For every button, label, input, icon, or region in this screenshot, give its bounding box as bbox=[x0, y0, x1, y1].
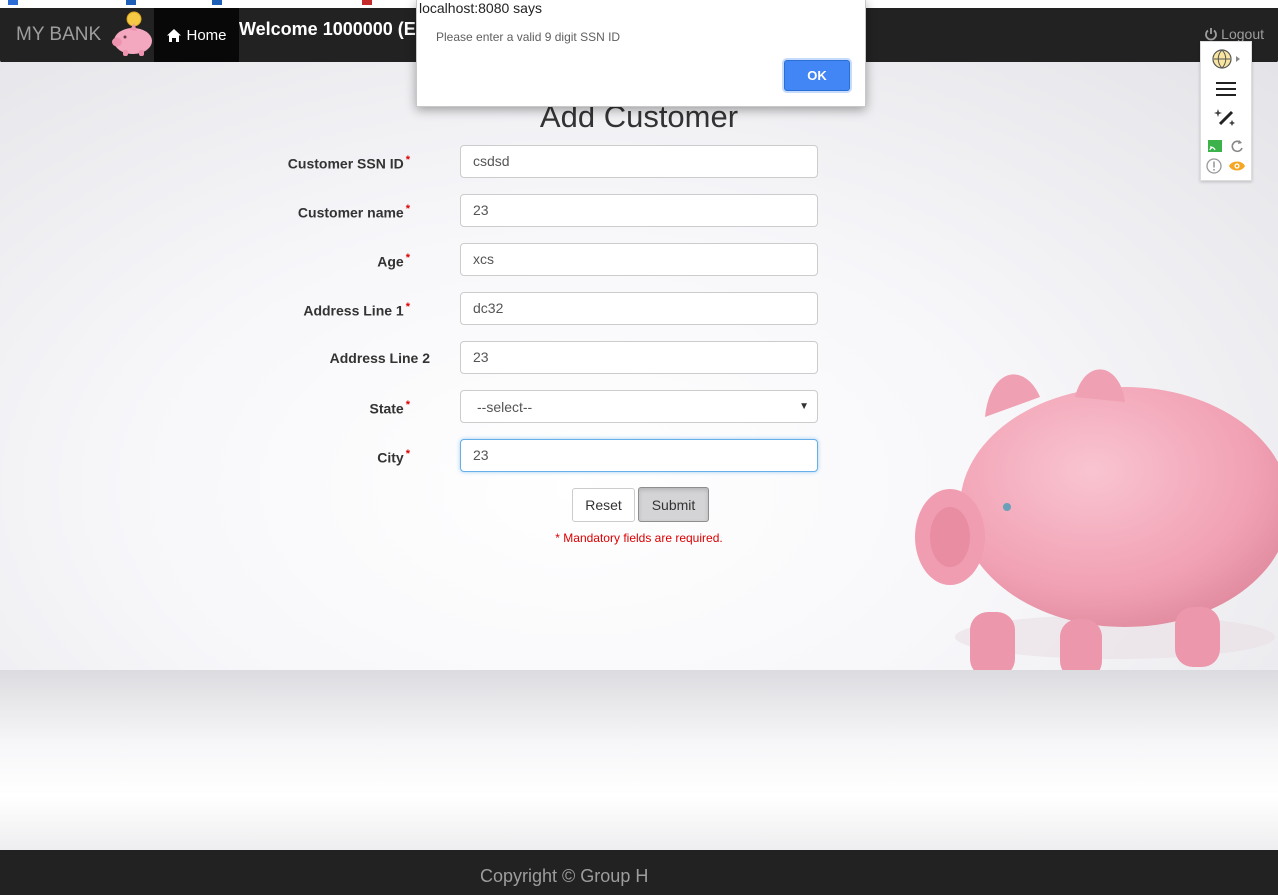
state-select-value: --select-- bbox=[477, 398, 533, 415]
warning-icon[interactable] bbox=[1206, 158, 1222, 174]
bookmark-icon[interactable] bbox=[212, 0, 222, 5]
piggy-bank-logo-icon bbox=[112, 11, 152, 56]
logout-label: Logout bbox=[1221, 26, 1264, 42]
mandatory-note: * Mandatory fields are required. bbox=[555, 531, 723, 545]
magic-wand-button[interactable] bbox=[1201, 106, 1251, 130]
nav-home-link[interactable]: Home bbox=[154, 8, 239, 62]
dialog-ok-button[interactable]: OK bbox=[784, 60, 850, 91]
brand-title[interactable]: MY BANK bbox=[16, 24, 101, 46]
dialog-message: Please enter a valid 9 digit SSN ID bbox=[436, 30, 621, 44]
required-asterisk: * bbox=[405, 154, 410, 166]
label-text: Customer SSN ID bbox=[287, 155, 404, 172]
label-state: State * bbox=[0, 399, 410, 417]
footer: Copyright © Group H bbox=[0, 850, 1278, 895]
label-age: Age * bbox=[0, 252, 410, 270]
label-ssn-id: Customer SSN ID * bbox=[0, 154, 410, 172]
state-select[interactable]: --select-- ▼ bbox=[460, 390, 818, 423]
label-city: City * bbox=[0, 448, 410, 466]
hamburger-menu-icon bbox=[1216, 82, 1236, 96]
label-customer-name: Customer name * bbox=[0, 203, 410, 221]
address-line-1-input[interactable]: dc32 bbox=[460, 292, 818, 325]
label-text: City bbox=[377, 449, 404, 466]
required-asterisk: * bbox=[405, 301, 410, 313]
required-asterisk: * bbox=[405, 448, 410, 460]
label-text: Age bbox=[377, 253, 404, 270]
dialog-title: localhost:8080 says bbox=[419, 0, 542, 16]
bookmark-icon[interactable] bbox=[126, 0, 136, 5]
label-address-line-1: Address Line 1 * bbox=[0, 301, 410, 319]
piggy-bank-illustration bbox=[915, 369, 1278, 670]
reset-button[interactable]: Reset bbox=[572, 488, 635, 522]
required-asterisk: * bbox=[405, 399, 410, 411]
welcome-text: Welcome 1000000 (E bbox=[239, 19, 416, 39]
label-text: State bbox=[369, 400, 404, 417]
required-asterisk: * bbox=[405, 252, 410, 264]
age-input[interactable]: xcs bbox=[460, 243, 818, 276]
ssn-id-input[interactable]: csdsd bbox=[460, 145, 818, 178]
label-text: Address Line 2 bbox=[329, 350, 430, 366]
logout-link[interactable]: Logout bbox=[1204, 26, 1264, 42]
menu-button[interactable] bbox=[1201, 80, 1251, 98]
extension-launcher[interactable] bbox=[1201, 47, 1251, 71]
submit-button[interactable]: Submit bbox=[638, 487, 709, 522]
refresh-icon[interactable] bbox=[1230, 139, 1244, 153]
eye-icon[interactable] bbox=[1228, 160, 1246, 172]
bookmark-icon[interactable] bbox=[8, 0, 18, 5]
nav-home-label: Home bbox=[186, 26, 227, 44]
home-icon bbox=[167, 28, 182, 42]
lower-background bbox=[0, 670, 1278, 850]
cast-refresh-row bbox=[1201, 138, 1251, 154]
label-text: Address Line 1 bbox=[303, 302, 404, 319]
magic-wand-icon bbox=[1214, 109, 1235, 126]
required-asterisk: * bbox=[405, 203, 410, 215]
label-text: Customer name bbox=[297, 204, 404, 221]
extension-toolbar bbox=[1200, 41, 1252, 181]
power-icon bbox=[1205, 28, 1218, 41]
address-line-2-input[interactable]: 23 bbox=[460, 341, 818, 374]
alert-eye-row bbox=[1201, 157, 1251, 175]
alert-dialog: localhost:8080 says Please enter a valid… bbox=[416, 0, 866, 107]
globe-icon bbox=[1212, 49, 1240, 69]
chevron-down-icon: ▼ bbox=[799, 401, 809, 412]
copyright-text: Copyright © Group H bbox=[480, 866, 649, 886]
label-address-line-2: Address Line 2 bbox=[0, 350, 430, 366]
cast-icon[interactable] bbox=[1208, 140, 1222, 152]
bookmark-icon[interactable] bbox=[362, 0, 372, 5]
city-input[interactable]: 23 bbox=[460, 439, 818, 472]
customer-name-input[interactable]: 23 bbox=[460, 194, 818, 227]
main-content: Add Customer Customer SSN ID * csdsd Cust… bbox=[0, 62, 1278, 670]
